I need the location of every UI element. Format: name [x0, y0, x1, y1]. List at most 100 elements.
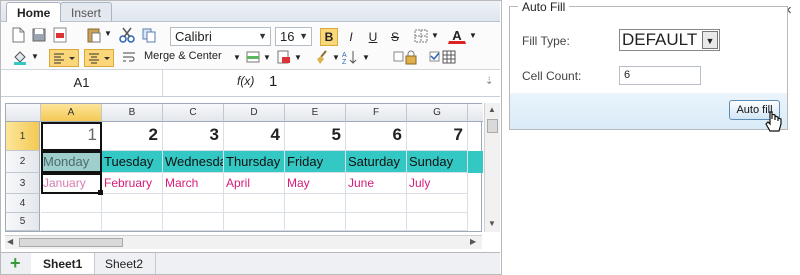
scroll-down-icon[interactable]: ▼	[488, 219, 496, 228]
bold-button[interactable]: B	[320, 28, 338, 46]
borders-dropdown-icon[interactable]: ▼	[431, 31, 439, 40]
cell-f3[interactable]: June	[346, 173, 407, 194]
cut-icon[interactable]	[119, 27, 135, 43]
sort-icon[interactable]: AZ	[342, 49, 360, 65]
pdf-icon[interactable]	[52, 27, 68, 43]
cell-c1[interactable]: 3	[163, 122, 224, 151]
vertical-scroll-thumb[interactable]	[487, 119, 498, 133]
font-size-select[interactable]: 16 ▼	[275, 27, 312, 46]
sheet-tab-sheet1[interactable]: Sheet1	[31, 253, 96, 274]
paste-dropdown-icon[interactable]: ▼	[104, 29, 112, 38]
delete-dropdown-icon[interactable]: ▼	[294, 53, 302, 62]
cell-d4[interactable]	[224, 194, 285, 213]
cell-b2[interactable]: Tuesday	[102, 151, 163, 173]
italic-button[interactable]: I	[342, 28, 360, 46]
cell-e4[interactable]	[285, 194, 346, 213]
cell-g3[interactable]: July	[407, 173, 468, 194]
cell-f4[interactable]	[346, 194, 407, 213]
clear-broom-icon[interactable]	[314, 49, 330, 65]
save-icon[interactable]	[31, 27, 47, 43]
fill-type-select[interactable]: DEFAULT ▼	[619, 29, 720, 51]
cell-a4[interactable]	[41, 194, 102, 213]
font-name-select[interactable]: Calibri ▼	[170, 27, 271, 46]
insert-row-icon[interactable]	[245, 49, 261, 65]
cell-a5[interactable]	[41, 213, 102, 231]
corner-select-all[interactable]	[6, 104, 41, 122]
row-header[interactable]: 4	[6, 194, 40, 213]
cell-e1[interactable]: 5	[285, 122, 346, 151]
column-header[interactable]: F	[346, 104, 407, 122]
cell-d1[interactable]: 4	[224, 122, 285, 151]
insert-dropdown-icon[interactable]: ▼	[263, 53, 271, 62]
copy-icon[interactable]	[141, 27, 157, 43]
cell-a3[interactable]: January	[41, 173, 102, 194]
font-color-dropdown-icon[interactable]: ▼	[469, 31, 477, 40]
cell-d3[interactable]: April	[224, 173, 285, 194]
cell-b5[interactable]	[102, 213, 163, 231]
tab-insert[interactable]: Insert	[60, 2, 113, 21]
underline-button[interactable]: U	[364, 28, 382, 46]
fill-handle[interactable]	[98, 190, 103, 195]
merge-center-button[interactable]: Merge & Center	[144, 50, 222, 62]
scroll-up-icon[interactable]: ▲	[488, 105, 496, 114]
cell-e3[interactable]: May	[285, 173, 346, 194]
cell-b4[interactable]	[102, 194, 163, 213]
font-color-button[interactable]: A	[448, 26, 466, 44]
table-grid-icon[interactable]	[441, 49, 457, 65]
cell-d5[interactable]	[224, 213, 285, 231]
borders-icon[interactable]	[413, 28, 429, 44]
cell-a1[interactable]: 1	[41, 122, 102, 151]
cell-g5[interactable]	[407, 213, 468, 231]
column-header[interactable]: G	[407, 104, 468, 122]
column-header[interactable]: E	[285, 104, 346, 122]
cell-name-box[interactable]: A1	[1, 70, 163, 96]
cell-f1[interactable]: 6	[346, 122, 407, 151]
fill-color-icon[interactable]	[12, 49, 28, 65]
cell-g1[interactable]: 7	[407, 122, 468, 151]
formula-input[interactable]: 1	[269, 73, 277, 90]
expand-formula-icon[interactable]: ⇣	[485, 76, 493, 87]
cell-f2[interactable]: Saturday	[346, 151, 407, 173]
lock-icon[interactable]	[403, 49, 419, 65]
delete-row-icon[interactable]	[276, 49, 292, 65]
row-header[interactable]: 5	[6, 213, 40, 231]
function-label[interactable]: f(x)	[237, 74, 254, 88]
scroll-left-icon[interactable]: ◀	[7, 237, 13, 246]
row-header[interactable]: 2	[6, 151, 40, 173]
cell-a2[interactable]: Monday	[41, 151, 102, 173]
horizontal-scroll-thumb[interactable]	[19, 238, 123, 247]
column-header[interactable]: A	[41, 104, 102, 122]
cell-c3[interactable]: March	[163, 173, 224, 194]
new-file-icon[interactable]	[10, 27, 26, 43]
sort-dropdown-icon[interactable]: ▼	[362, 53, 370, 62]
cell-c5[interactable]	[163, 213, 224, 231]
cell-f5[interactable]	[346, 213, 407, 231]
cell-g2[interactable]: Sunday	[407, 151, 468, 173]
cell-b3[interactable]: February	[102, 173, 163, 194]
add-sheet-icon[interactable]: +	[10, 253, 21, 274]
cell-g4[interactable]	[407, 194, 468, 213]
tab-home[interactable]: Home	[6, 2, 62, 22]
merge-dropdown-icon[interactable]: ▼	[233, 53, 241, 62]
horizontal-scrollbar[interactable]: ◀ ▶	[5, 235, 482, 249]
sheet-tab-sheet2[interactable]: Sheet2	[93, 253, 157, 274]
column-header[interactable]: C	[163, 104, 224, 122]
clear-dropdown-icon[interactable]: ▼	[332, 53, 340, 62]
cell-c2[interactable]: Wednesday	[163, 151, 224, 173]
align-middle-button[interactable]	[84, 49, 114, 67]
cell-count-input[interactable]: 6	[619, 66, 701, 85]
cell-c4[interactable]	[163, 194, 224, 213]
fill-color-dropdown-icon[interactable]: ▼	[31, 52, 39, 61]
cell-d2[interactable]: Thursday	[224, 151, 285, 173]
scroll-right-icon[interactable]: ▶	[470, 237, 476, 246]
paste-icon[interactable]	[86, 27, 102, 43]
vertical-scrollbar[interactable]: ▲ ▼	[484, 103, 500, 232]
cell-e2[interactable]: Friday	[285, 151, 346, 173]
row-header[interactable]: 3	[6, 173, 40, 194]
wrap-text-icon[interactable]	[121, 49, 137, 65]
cell-b1[interactable]: 2	[102, 122, 163, 151]
cell-e5[interactable]	[285, 213, 346, 231]
row-header[interactable]: 1	[6, 122, 40, 151]
align-left-button[interactable]	[49, 49, 79, 67]
strikethrough-button[interactable]: S	[386, 28, 404, 46]
